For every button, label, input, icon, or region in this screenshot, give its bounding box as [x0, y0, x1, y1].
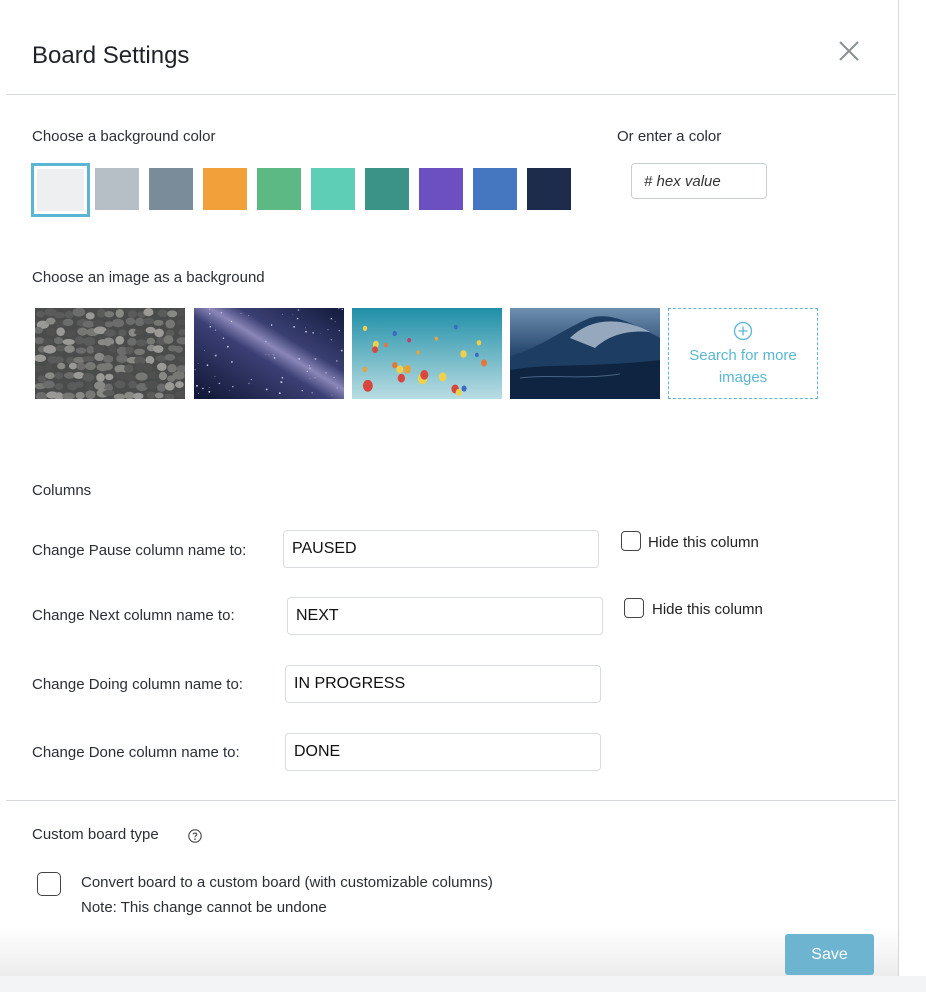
- convert-custom-board-label: Convert board to a custom board (with cu…: [81, 874, 493, 891]
- color-swatch[interactable]: [203, 168, 247, 210]
- convert-note: Note: This change cannot be undone: [81, 899, 327, 916]
- image-option-pebbles[interactable]: [35, 308, 185, 399]
- columns-heading: Columns: [32, 482, 92, 499]
- done-column-input[interactable]: [285, 733, 601, 771]
- balloons-image: [352, 308, 502, 399]
- color-swatch[interactable]: [95, 168, 139, 210]
- color-swatch[interactable]: [149, 168, 193, 210]
- next-column-label: Change Next column name to:: [32, 607, 235, 624]
- close-icon[interactable]: [836, 38, 862, 64]
- color-swatch[interactable]: [257, 168, 301, 210]
- header-divider: [6, 94, 896, 95]
- color-swatch[interactable]: [311, 168, 355, 210]
- hide-pause-column-checkbox[interactable]: [621, 531, 641, 551]
- save-button[interactable]: Save: [785, 934, 874, 975]
- dialog-title: Board Settings: [32, 42, 190, 69]
- hide-pause-column-label: Hide this column: [648, 534, 759, 551]
- done-column-label: Change Done column name to:: [32, 744, 240, 761]
- footer-bar: [0, 928, 898, 976]
- color-swatch[interactable]: [31, 163, 90, 217]
- color-swatch[interactable]: [365, 168, 409, 210]
- background-image-label: Choose an image as a background: [32, 269, 265, 286]
- board-settings-dialog: Board Settings Choose a background color…: [0, 0, 899, 976]
- color-swatch[interactable]: [527, 168, 571, 210]
- search-more-images-label: Search for more images: [689, 347, 797, 386]
- image-option-balloons[interactable]: [352, 308, 502, 399]
- image-option-wave[interactable]: [510, 308, 660, 399]
- wave-image: [510, 308, 660, 399]
- pebbles-image: [35, 308, 185, 399]
- image-option-milky-way[interactable]: [194, 308, 344, 399]
- hex-color-input[interactable]: [631, 163, 767, 199]
- hide-next-column-label: Hide this column: [652, 601, 763, 618]
- doing-column-input[interactable]: [285, 665, 601, 703]
- pause-column-input[interactable]: [283, 530, 599, 568]
- add-circle-icon: [733, 321, 753, 341]
- next-column-input[interactable]: [287, 597, 603, 635]
- pause-column-label: Change Pause column name to:: [32, 542, 247, 559]
- color-swatch-fill: [37, 169, 84, 211]
- page-bottom-strip: [0, 976, 926, 992]
- color-swatch[interactable]: [473, 168, 517, 210]
- hide-next-column-checkbox[interactable]: [624, 598, 644, 618]
- columns-divider: [6, 800, 896, 801]
- milky-way-image: [194, 308, 344, 399]
- search-more-images-button[interactable]: Search for more images: [668, 308, 818, 399]
- convert-custom-board-checkbox[interactable]: [37, 872, 61, 896]
- custom-board-heading: Custom board type: [32, 826, 159, 843]
- color-swatch[interactable]: [419, 168, 463, 210]
- doing-column-label: Change Doing column name to:: [32, 676, 243, 693]
- enter-color-label: Or enter a color: [617, 128, 722, 145]
- background-color-label: Choose a background color: [32, 128, 216, 145]
- help-icon[interactable]: [188, 829, 202, 843]
